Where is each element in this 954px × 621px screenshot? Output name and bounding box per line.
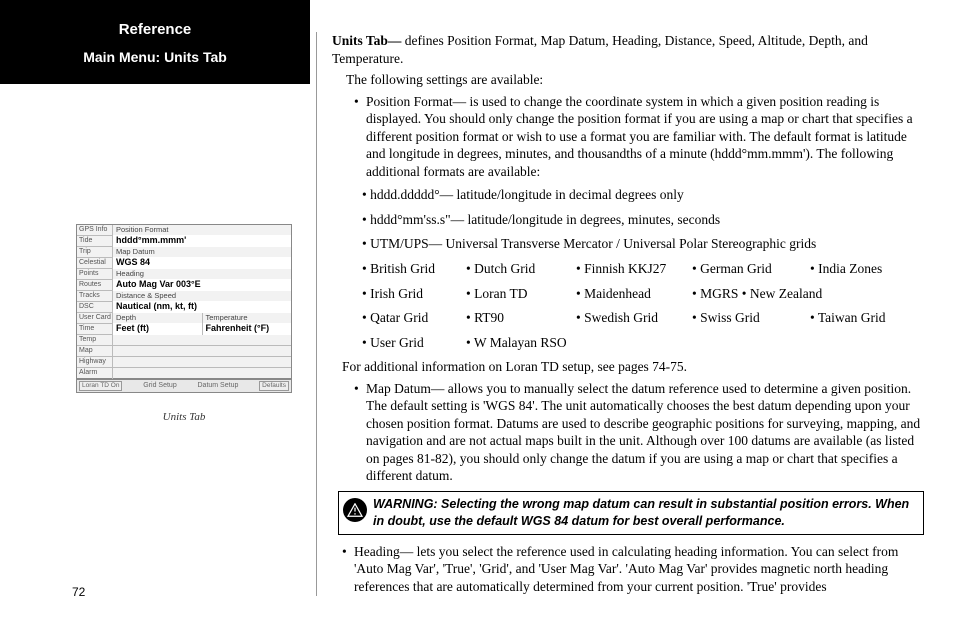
- grid-item: Swedish Grid: [576, 309, 692, 327]
- warning-box: WARNING: Selecting the wrong map datum c…: [338, 491, 924, 535]
- sidebar-title: Reference: [10, 20, 300, 40]
- screenshot-caption: Units Tab: [76, 410, 292, 424]
- ss-side: Tide: [77, 236, 113, 247]
- ss-value: Feet (ft): [113, 323, 202, 335]
- sidebar-header: Reference Main Menu: Units Tab: [0, 0, 310, 84]
- main-content: Units Tab— defines Position Format, Map …: [332, 32, 924, 598]
- grid-item: Qatar Grid: [362, 309, 466, 327]
- ss-label: Position Format: [113, 225, 291, 235]
- grid-item: Dutch Grid: [466, 260, 576, 278]
- page-number: 72: [72, 585, 85, 601]
- bullet-map-datum: Map Datum— allows you to manually select…: [354, 380, 924, 485]
- column-divider: [316, 32, 317, 596]
- ss-value: hddd°mm.mmm': [113, 235, 291, 247]
- grid-item: Finnish KKJ27: [576, 260, 692, 278]
- sub-bullet: hddd.ddddd°— latitude/longitude in decim…: [362, 186, 924, 204]
- sub-bullet: hddd°mm'ss.s"— latitude/longitude in deg…: [362, 211, 924, 229]
- grid-item: Swiss Grid: [692, 309, 810, 327]
- bullet-position-format: Position Format— is used to change the c…: [354, 93, 924, 181]
- grid-item: User Grid: [362, 334, 466, 352]
- grid-item: Taiwan Grid: [810, 309, 910, 327]
- grid-item: Maidenhead: [576, 285, 692, 303]
- ss-side: Trip: [77, 247, 113, 258]
- ss-bottom-bar: Loran TD On Grid Setup Datum Setup Defau…: [77, 379, 291, 392]
- grid-item: MGRS • New Zealand: [692, 285, 822, 303]
- intro-paragraph: Units Tab— defines Position Format, Map …: [332, 32, 924, 67]
- grid-item: Irish Grid: [362, 285, 466, 303]
- ss-btn: Grid Setup: [143, 381, 176, 390]
- ss-side: Alarm: [77, 368, 113, 379]
- grid-item: RT90: [466, 309, 576, 327]
- grid-row: User Grid W Malayan RSO: [362, 334, 924, 352]
- ss-side: GPS Info: [77, 225, 113, 236]
- ss-label: Map Datum: [113, 247, 291, 257]
- intro-rest: defines Position Format, Map Datum, Head…: [332, 33, 868, 66]
- ss-value: Fahrenheit (°F): [202, 323, 292, 335]
- ss-side: Map: [77, 346, 113, 357]
- ss-value: WGS 84: [113, 257, 291, 269]
- ss-side: DSC: [77, 302, 113, 313]
- sub-bullet: UTM/UPS— Universal Transverse Mercator /…: [362, 235, 924, 253]
- ss-side: User Card: [77, 313, 113, 324]
- loran-note: For additional information on Loran TD s…: [342, 358, 924, 376]
- ss-side: Tracks: [77, 291, 113, 302]
- grid-row: Qatar Grid RT90 Swedish Grid Swiss Grid …: [362, 309, 924, 327]
- warning-text: WARNING: Selecting the wrong map datum c…: [373, 496, 917, 530]
- ss-side: Temp: [77, 335, 113, 346]
- ss-side: Celestial: [77, 258, 113, 269]
- ss-side: Time: [77, 324, 113, 335]
- ss-side: Points: [77, 269, 113, 280]
- grid-item: W Malayan RSO: [466, 334, 567, 352]
- bullet-heading: Heading— lets you select the reference u…: [342, 543, 924, 596]
- grid-item: Loran TD: [466, 285, 576, 303]
- ss-label: Distance & Speed: [113, 291, 291, 301]
- ss-value: Nautical (nm, kt, ft): [113, 301, 291, 313]
- ss-btn: Datum Setup: [198, 381, 239, 390]
- ss-btn: Loran TD On: [79, 381, 122, 391]
- ss-side: Routes: [77, 280, 113, 291]
- ss-label: Temperature: [202, 313, 292, 323]
- settings-line: The following settings are available:: [332, 71, 924, 89]
- ss-btn: Defaults: [259, 381, 289, 391]
- sidebar-subtitle: Main Menu: Units Tab: [10, 48, 300, 66]
- grid-item: India Zones: [810, 260, 910, 278]
- units-tab-screenshot: GPS InfoPosition Format Tidehddd°mm.mmm'…: [76, 224, 292, 393]
- ss-side: Highway: [77, 357, 113, 368]
- warning-icon: [343, 498, 367, 522]
- grid-item: British Grid: [362, 260, 466, 278]
- grid-row: Irish Grid Loran TD Maidenhead MGRS • Ne…: [362, 285, 924, 303]
- sub-bullet-list: hddd.ddddd°— latitude/longitude in decim…: [362, 186, 924, 253]
- ss-label: Heading: [113, 269, 291, 279]
- grid-row: British Grid Dutch Grid Finnish KKJ27 Ge…: [362, 260, 924, 278]
- grid-item: German Grid: [692, 260, 810, 278]
- intro-bold: Units Tab—: [332, 33, 401, 48]
- ss-value: Auto Mag Var 003°E: [113, 279, 291, 291]
- ss-label: Depth: [113, 313, 202, 323]
